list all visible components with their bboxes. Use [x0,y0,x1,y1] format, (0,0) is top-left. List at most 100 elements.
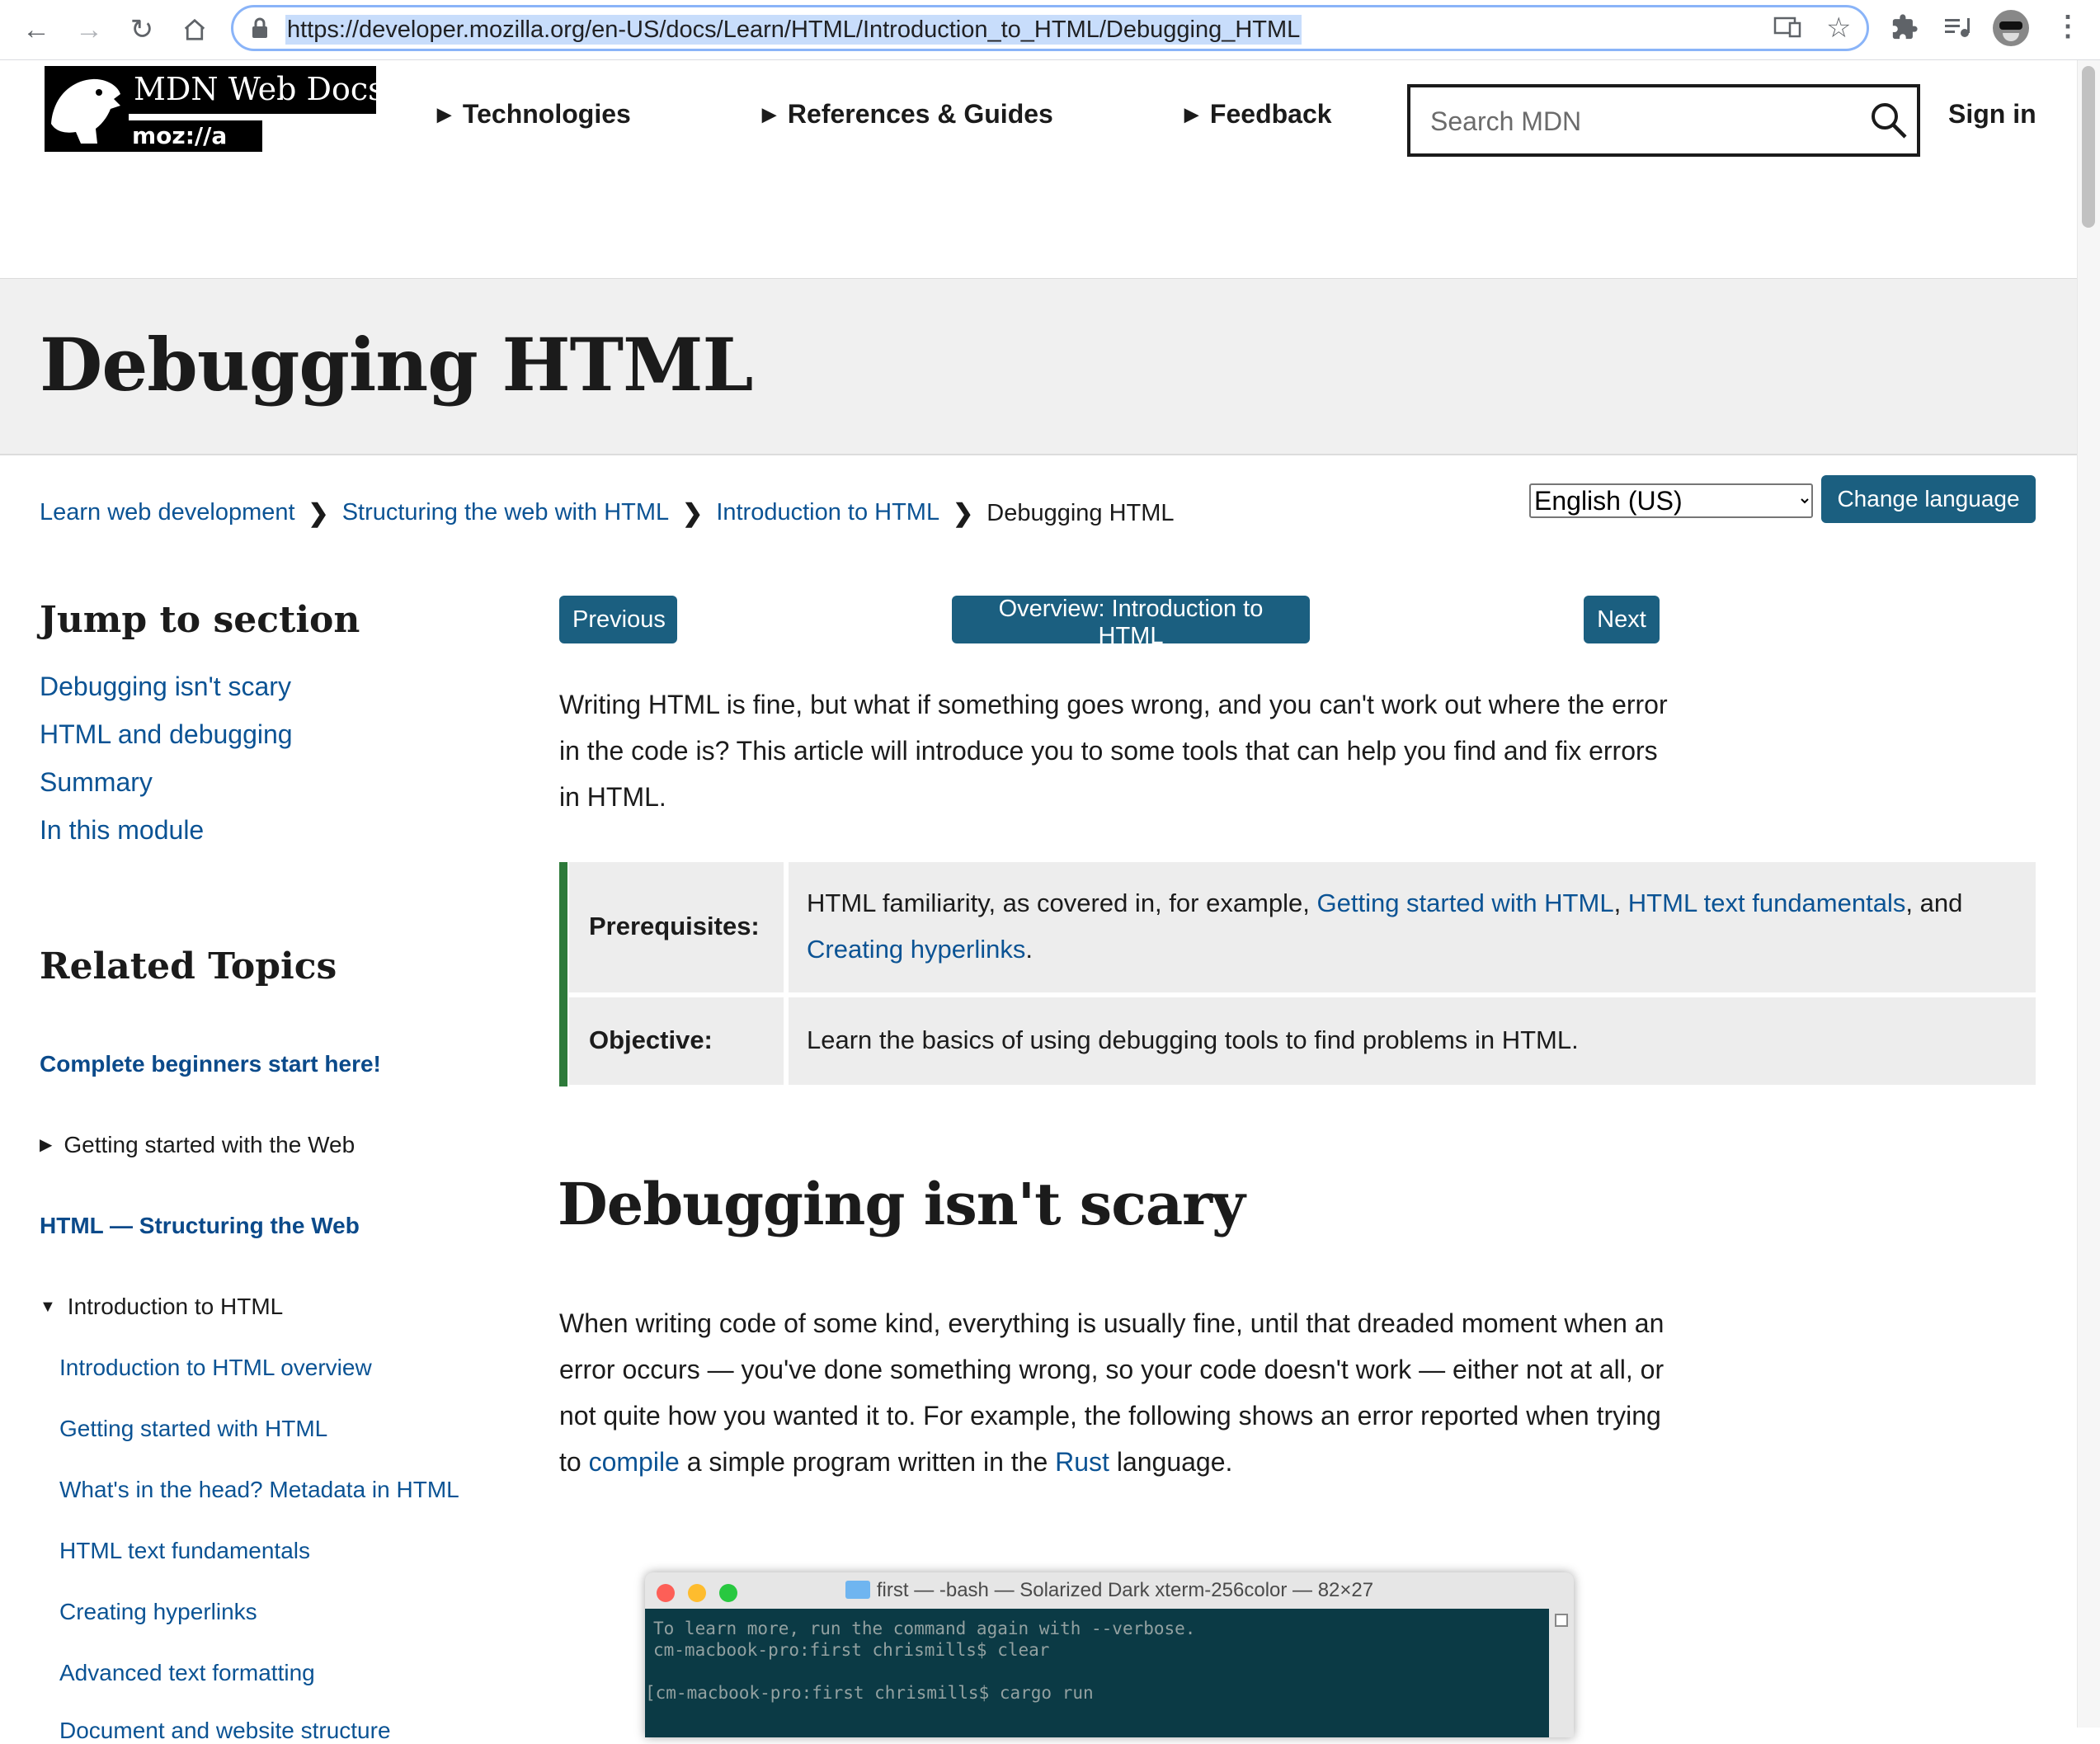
nav-feedback-label: Feedback [1209,99,1332,129]
caret-down-icon: ▼ [40,1298,56,1316]
prereq-link-text-fundamentals[interactable]: HTML text fundamentals [1628,888,1906,917]
nav-technologies-label: Technologies [462,99,631,129]
getting-started-web-label: Getting started with the Web [64,1132,355,1157]
breadcrumb-intro-html[interactable]: Introduction to HTML [716,499,939,526]
terminal-scroll-icon [1555,1614,1568,1627]
forward-icon[interactable]: → [71,12,107,48]
mdn-wordmark: MDN Web Docs [129,66,384,114]
sidebar-item-creating-hyperlinks[interactable]: Creating hyperlinks [59,1599,257,1625]
jump-to-section-heading: Jump to section [40,599,360,641]
breadcrumb-learn[interactable]: Learn web development [40,499,295,526]
search-input[interactable] [1429,104,1844,139]
beginners-link[interactable]: Complete beginners start here! [40,1051,381,1077]
caret-right-icon: ▶ [40,1136,53,1154]
back-icon[interactable]: ← [18,12,54,48]
sidebar-item-document-structure[interactable]: Document and website structure [59,1718,391,1744]
mozilla-logo-text: moz://a [132,122,228,149]
rust-link[interactable]: Rust [1055,1447,1109,1477]
learning-box-accent [559,862,567,1086]
sidebar-item-head-metadata[interactable]: What's in the head? Metadata in HTML [59,1477,459,1503]
nav-feedback[interactable]: ▶ Feedback [1184,99,1332,130]
previous-button[interactable]: Previous [559,596,677,643]
language-select[interactable]: English (US) [1529,483,1813,518]
mdn-dino-icon [45,66,129,152]
reload-icon[interactable]: ↻ [124,12,160,48]
nav-technologies[interactable]: ▶ Technologies [437,99,631,130]
debugging-paragraph-text-2: a simple program written in the [679,1447,1056,1477]
toc-link-html-and-debugging[interactable]: HTML and debugging [40,719,293,750]
prereq-comma: , [1613,888,1628,917]
related-topics-heading: Related Topics [40,945,337,987]
home-icon[interactable] [177,12,213,48]
breadcrumb: Learn web development ❯ Structuring the we… [40,499,1175,528]
terminal-line: cm-macbook-pro:first chrismills$ clear [653,1640,1050,1660]
objective-label: Objective: [589,1025,713,1054]
terminal-title: first — -bash — Solarized Dark xterm-256… [645,1579,1574,1602]
breadcrumb-structuring[interactable]: Structuring the web with HTML [342,499,669,526]
profile-avatar[interactable] [1993,10,2029,46]
debugging-paragraph: When writing code of some kind, everythi… [559,1300,1673,1485]
extensions-icon[interactable] [1890,13,1919,45]
prereq-text-cell: HTML familiarity, as covered in, for exa… [789,862,2036,992]
search-box[interactable] [1407,84,1920,157]
url-text[interactable]: https://developer.mozilla.org/en-US/docs… [285,15,1302,45]
page-title: Debugging HTML [40,322,753,408]
terminal-title-text: first — -bash — Solarized Dark xterm-256… [876,1579,1374,1601]
getting-started-web-toggle[interactable]: ▶ Getting started with the Web [40,1132,355,1158]
prereq-text-intro: HTML familiarity, as covered in, for exa… [807,888,1317,917]
terminal-screenshot: first — -bash — Solarized Dark xterm-256… [645,1572,1574,1737]
mozilla-logo: moz://a [129,120,262,152]
prereq-link-creating-hyperlinks[interactable]: Creating hyperlinks [807,935,1025,964]
intro-html-label: Introduction to HTML [67,1294,284,1319]
toc-link-debugging-isnt-scary[interactable]: Debugging isn't scary [40,672,291,702]
bookmark-star-icon[interactable]: ☆ [1826,12,1851,45]
browser-menu-icon[interactable]: ⋮ [2054,10,2082,43]
chevron-right-icon: ❯ [953,500,974,527]
mdn-wordmark-text: MDN Web Docs [134,71,384,107]
media-controls-icon[interactable] [1943,15,1971,44]
toc-link-summary[interactable]: Summary [40,767,153,798]
section-heading-debugging-isnt-scary: Debugging isn't scary [558,1170,1245,1238]
intro-html-toggle[interactable]: ▼ Introduction to HTML [40,1294,283,1320]
next-button[interactable]: Next [1584,596,1660,643]
overview-button[interactable]: Overview: Introduction to HTML [952,596,1310,649]
nav-references-guides-label: References & Guides [787,99,1053,129]
browser-toolbar: ← → ↻ https://developer.mozilla.org/en-U… [0,0,2100,60]
objective-text: Learn the basics of using debugging tool… [807,1025,1579,1054]
lock-icon[interactable] [251,16,269,44]
sign-in-link[interactable]: Sign in [1948,99,2036,130]
prereq-label: Prerequisites: [589,912,760,940]
page-scrollbar-thumb[interactable] [2082,66,2095,228]
prereq-text: HTML familiarity, as covered in, for exa… [807,880,2019,973]
page-scrollbar[interactable] [2077,60,2100,1728]
terminal-body: To learn more, run the command again wit… [645,1609,1574,1737]
debugging-paragraph-text-3: language. [1109,1447,1233,1477]
toc-link-in-this-module[interactable]: In this module [40,815,204,846]
chevron-right-icon: ❯ [308,500,329,527]
sidebar-item-getting-started[interactable]: Getting started with HTML [59,1416,327,1442]
objective-text-cell: Learn the basics of using debugging tool… [789,997,2036,1085]
chevron-right-icon: ❯ [682,500,704,527]
terminal-scrollbar [1549,1609,1574,1737]
sidebar-item-intro-overview[interactable]: Introduction to HTML overview [59,1355,372,1381]
objective-label-cell: Objective: [569,997,784,1085]
nav-references-guides[interactable]: ▶ References & Guides [762,99,1053,130]
prereq-link-getting-started[interactable]: Getting started with HTML [1316,888,1613,917]
caret-right-icon: ▶ [1184,104,1198,125]
compile-link[interactable]: compile [589,1447,680,1477]
change-language-button[interactable]: Change language [1821,475,2036,523]
prereq-period: . [1025,935,1033,964]
breadcrumb-current: Debugging HTML [986,500,1175,526]
learning-box: Prerequisites: HTML familiarity, as cove… [559,862,2036,1086]
caret-right-icon: ▶ [437,104,451,125]
sidebar-item-text-fundamentals[interactable]: HTML text fundamentals [59,1538,310,1564]
sidebar-item-advanced-formatting[interactable]: Advanced text formatting [59,1660,315,1686]
prereq-and: , and [1905,888,1963,917]
folder-icon [845,1581,870,1599]
intro-paragraph: Writing HTML is fine, but what if someth… [559,690,1668,812]
cast-icon[interactable] [1773,15,1801,44]
mdn-logo[interactable]: MDN Web Docs moz://a [45,66,384,152]
html-structuring-link[interactable]: HTML — Structuring the Web [40,1213,360,1239]
search-icon[interactable] [1869,101,1909,144]
terminal-line: To learn more, run the command again wit… [653,1619,1196,1638]
